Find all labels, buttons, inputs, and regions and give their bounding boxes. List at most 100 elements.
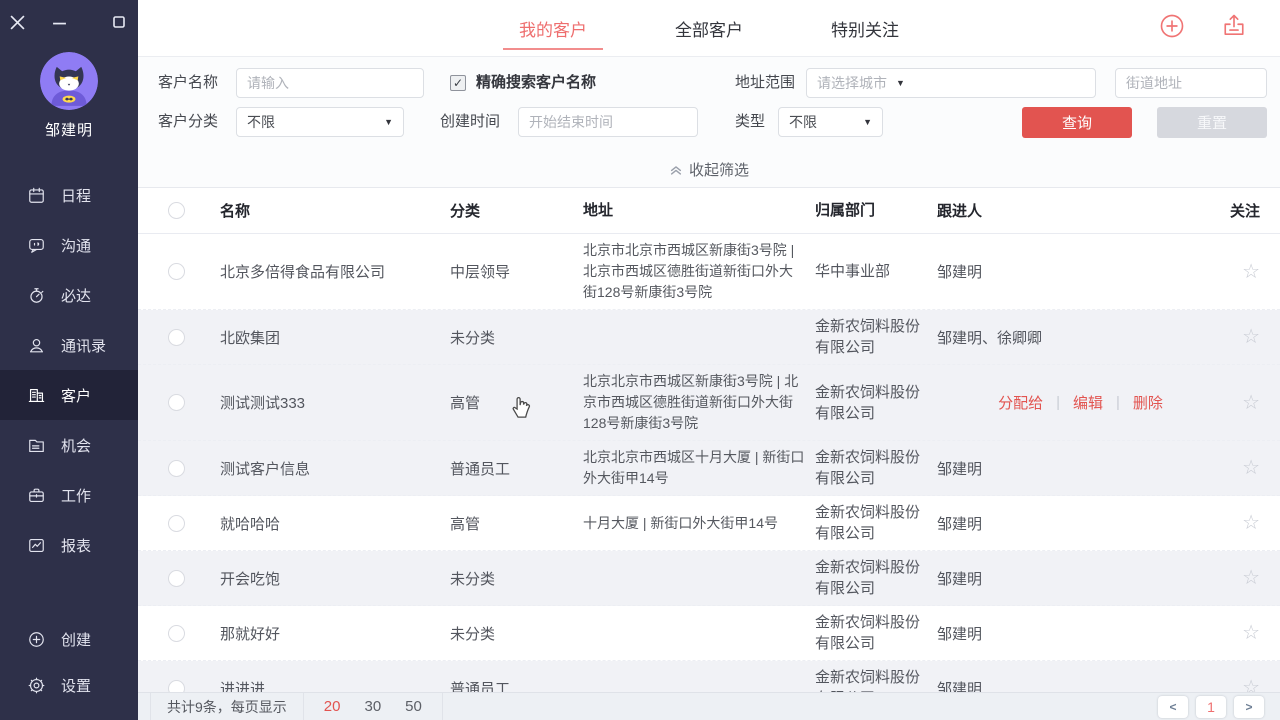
row-checkbox[interactable] bbox=[168, 329, 185, 346]
row-checkbox[interactable] bbox=[168, 460, 185, 477]
exact-search-checkbox[interactable]: ✓ bbox=[450, 75, 466, 91]
star-icon[interactable]: ☆ bbox=[1242, 623, 1260, 643]
street-address-input[interactable] bbox=[1115, 68, 1267, 98]
sidebar-item-label: 日程 bbox=[61, 185, 91, 206]
calendar-icon bbox=[27, 186, 46, 205]
sidebar: 邹建明 日程 沟通 必达 通讯录 客户 机会 工作 报表 创建 设 bbox=[0, 0, 138, 720]
minimize-window-icon[interactable] bbox=[52, 15, 68, 30]
next-page-button[interactable]: > bbox=[1234, 696, 1264, 718]
column-header-category: 分类 bbox=[450, 200, 583, 221]
select-all-checkbox[interactable] bbox=[168, 202, 185, 219]
row-checkbox[interactable] bbox=[168, 570, 185, 587]
add-customer-icon[interactable] bbox=[1158, 12, 1186, 45]
row-action-delete[interactable]: 删除 bbox=[1133, 392, 1163, 413]
row-follower: 邹建明 bbox=[937, 513, 1224, 534]
sidebar-item-设置[interactable]: 设置 bbox=[0, 662, 138, 708]
sidebar-item-工作[interactable]: 工作 bbox=[0, 470, 138, 520]
chart-icon bbox=[27, 536, 46, 555]
column-header-department: 归属部门 bbox=[815, 200, 937, 221]
row-address: 北京市北京市西城区新康街3号院 | 北京市西城区德胜街道新街口外大街128号新康… bbox=[583, 240, 815, 303]
plus-circle-icon bbox=[27, 630, 46, 649]
sidebar-item-报表[interactable]: 报表 bbox=[0, 520, 138, 570]
table-row[interactable]: 那就好好 未分类 金新农饲料股份有限公司 邹建明 ☆ bbox=[138, 606, 1280, 661]
row-category: 未分类 bbox=[450, 568, 583, 589]
table-row[interactable]: 测试测试333 高管 北京北京市西城区新康街3号院 | 北京市西城区德胜街道新街… bbox=[138, 365, 1280, 441]
table-row[interactable]: 开会吃饱 未分类 金新农饲料股份有限公司 邹建明 ☆ bbox=[138, 551, 1280, 606]
row-address: 十月大厦 | 新街口外大街甲14号 bbox=[583, 513, 815, 534]
star-icon[interactable]: ☆ bbox=[1242, 458, 1260, 478]
table-row[interactable]: 北欧集团 未分类 金新农饲料股份有限公司 邹建明、徐卿卿 ☆ bbox=[138, 310, 1280, 365]
prev-page-button[interactable]: < bbox=[1158, 696, 1188, 718]
chevron-down-icon: ▼ bbox=[896, 78, 905, 88]
table-header: 名称 分类 地址 归属部门 跟进人 关注 bbox=[138, 188, 1280, 234]
row-actions: 分配给|编辑|删除 bbox=[937, 392, 1224, 413]
table-row[interactable]: 就哈哈哈 高管 十月大厦 | 新街口外大街甲14号 金新农饲料股份有限公司 邹建… bbox=[138, 496, 1280, 551]
row-checkbox[interactable] bbox=[168, 625, 185, 642]
sidebar-item-日程[interactable]: 日程 bbox=[0, 170, 138, 220]
customer-name-input[interactable] bbox=[236, 68, 424, 98]
row-name: 开会吃饱 bbox=[220, 568, 450, 589]
star-icon[interactable]: ☆ bbox=[1242, 568, 1260, 588]
row-name: 那就好好 bbox=[220, 623, 450, 644]
star-icon[interactable]: ☆ bbox=[1242, 262, 1260, 282]
action-separator: | bbox=[1116, 394, 1120, 411]
briefcase-icon bbox=[27, 486, 46, 505]
row-department: 金新农饲料股份有限公司 bbox=[815, 612, 937, 654]
address-range-select[interactable]: 请选择城市 ▼ bbox=[806, 68, 1096, 98]
category-select[interactable]: 不限 ▼ bbox=[236, 107, 404, 137]
row-address: 北京北京市西城区十月大厦 | 新街口外大街甲14号 bbox=[583, 447, 815, 489]
folder-icon bbox=[27, 436, 46, 455]
current-page-button[interactable]: 1 bbox=[1196, 696, 1226, 718]
username: 邹建明 bbox=[0, 119, 138, 140]
row-action-assign[interactable]: 分配给 bbox=[998, 392, 1043, 413]
star-icon[interactable]: ☆ bbox=[1242, 393, 1260, 413]
type-select[interactable]: 不限 ▼ bbox=[778, 107, 883, 137]
sidebar-item-沟通[interactable]: 沟通 bbox=[0, 220, 138, 270]
sidebar-item-通讯录[interactable]: 通讯录 bbox=[0, 320, 138, 370]
column-header-name: 名称 bbox=[220, 200, 450, 221]
table-row[interactable]: 北京多倍得食品有限公司 中层领导 北京市北京市西城区新康街3号院 | 北京市西城… bbox=[138, 234, 1280, 310]
maximize-window-icon[interactable] bbox=[112, 15, 128, 29]
sidebar-menu: 日程 沟通 必达 通讯录 客户 机会 工作 报表 bbox=[0, 170, 138, 570]
tab-特别关注[interactable]: 特别关注 bbox=[831, 0, 899, 57]
table-row[interactable]: 测试客户信息 普通员工 北京北京市西城区十月大厦 | 新街口外大街甲14号 金新… bbox=[138, 441, 1280, 496]
building-icon bbox=[27, 386, 46, 405]
row-action-edit[interactable]: 编辑 bbox=[1073, 392, 1103, 413]
row-checkbox[interactable] bbox=[168, 394, 185, 411]
tab-全部客户[interactable]: 全部客户 bbox=[675, 0, 743, 57]
avatar[interactable] bbox=[40, 52, 98, 110]
search-button[interactable]: 查询 bbox=[1022, 107, 1132, 138]
sidebar-item-必达[interactable]: 必达 bbox=[0, 270, 138, 320]
page-size-20[interactable]: 20 bbox=[324, 698, 341, 715]
column-header-star: 关注 bbox=[1224, 200, 1260, 221]
row-name: 就哈哈哈 bbox=[220, 513, 450, 534]
topbar: 我的客户 全部客户 特别关注 bbox=[138, 0, 1280, 57]
tab-我的客户[interactable]: 我的客户 bbox=[519, 0, 587, 57]
page-size-50[interactable]: 50 bbox=[405, 698, 422, 715]
row-checkbox[interactable] bbox=[168, 263, 185, 280]
row-category: 普通员工 bbox=[450, 458, 583, 479]
sidebar-item-label: 工作 bbox=[61, 485, 91, 506]
collapse-filters-link[interactable]: 收起筛选 bbox=[138, 159, 1280, 180]
star-icon[interactable]: ☆ bbox=[1242, 513, 1260, 533]
column-header-follower: 跟进人 bbox=[937, 200, 1224, 221]
row-category: 未分类 bbox=[450, 327, 583, 348]
created-time-input[interactable] bbox=[518, 107, 698, 137]
star-icon[interactable]: ☆ bbox=[1242, 327, 1260, 347]
row-checkbox[interactable] bbox=[168, 515, 185, 532]
sidebar-item-机会[interactable]: 机会 bbox=[0, 420, 138, 470]
close-window-icon[interactable] bbox=[10, 15, 26, 30]
sidebar-item-创建[interactable]: 创建 bbox=[0, 616, 138, 662]
sidebar-item-客户[interactable]: 客户 bbox=[0, 370, 138, 420]
page-size-30[interactable]: 30 bbox=[364, 698, 381, 715]
row-name: 测试测试333 bbox=[220, 392, 450, 413]
row-department: 金新农饲料股份有限公司 bbox=[815, 316, 937, 358]
window-controls bbox=[0, 0, 138, 34]
export-icon[interactable] bbox=[1220, 12, 1248, 45]
exact-search-label: 精确搜索客户名称 bbox=[476, 72, 596, 94]
row-category: 未分类 bbox=[450, 623, 583, 644]
reset-button[interactable]: 重置 bbox=[1157, 107, 1267, 138]
page-size-options: 20 30 50 bbox=[304, 693, 443, 720]
double-chevron-up-icon bbox=[669, 163, 683, 177]
main-panel: 我的客户 全部客户 特别关注 客户名称 ✓ 精确搜索客户名称 地址范围 请选择城… bbox=[138, 0, 1280, 720]
